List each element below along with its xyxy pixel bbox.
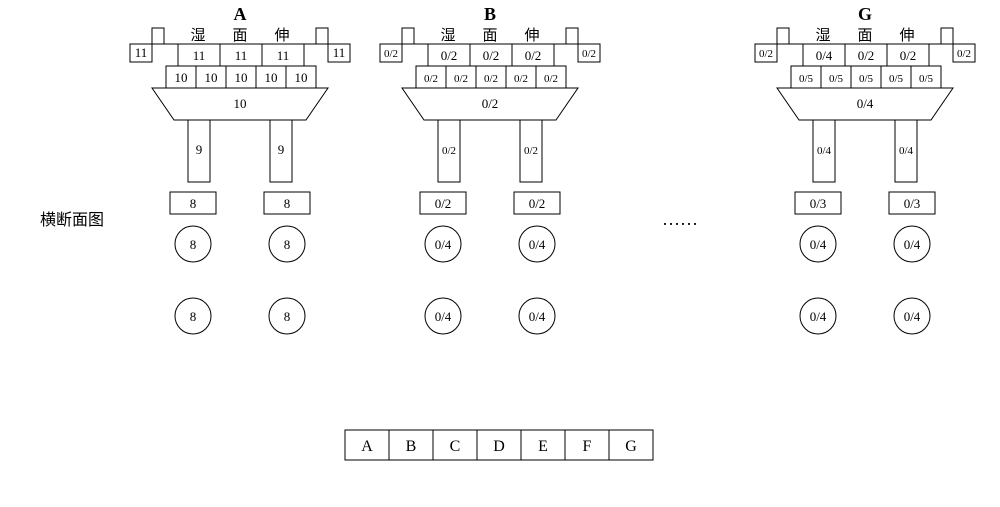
r1b: 0/2 (483, 48, 500, 63)
col-l: 0/4 (817, 145, 832, 157)
tab-left: 0/2 (384, 48, 398, 60)
ft-r: 0/2 (529, 196, 546, 211)
legend-d: D (493, 438, 505, 455)
r2e: 10 (295, 70, 308, 85)
hdr-2: 面 (232, 28, 247, 44)
hdr-2: 面 (857, 28, 872, 44)
r2c: 0/5 (859, 73, 874, 85)
c2l: 0/4 (435, 309, 452, 324)
c1r: 0/4 (529, 237, 546, 252)
legend-e: E (538, 438, 548, 455)
legend-b: B (406, 438, 417, 455)
side-label: 横断面图 (40, 211, 104, 229)
ft-l: 8 (190, 196, 197, 211)
hdr-1: 湿 (815, 27, 830, 44)
ft-l: 0/3 (810, 196, 827, 211)
tab-right: 0/2 (582, 48, 596, 60)
r1a: 11 (193, 48, 206, 63)
diagram-canvas: 横断面图 A 11 11 湿 面 伸 11 11 11 10 10 10 10 … (0, 0, 1000, 507)
r2c: 0/2 (484, 73, 498, 85)
r1a: 0/2 (441, 48, 458, 63)
section-title: A (234, 4, 247, 24)
c1l: 0/4 (435, 237, 452, 252)
section-B: B 0/2 0/2 湿 面 伸 0/2 0/2 0/2 0/2 0/2 0/2 … (380, 4, 600, 334)
section-G: G 0/2 0/2 湿 面 伸 0/4 0/2 0/2 0/5 0/5 0/5 … (755, 4, 975, 334)
r2b: 0/5 (829, 73, 844, 85)
hdr-2: 面 (482, 28, 497, 44)
c1l: 8 (190, 237, 197, 252)
r1c: 0/2 (525, 48, 542, 63)
tab-left: 11 (135, 45, 148, 60)
r1b: 11 (235, 48, 248, 63)
tab-right: 0/2 (957, 48, 971, 60)
col-l: 0/2 (442, 145, 456, 157)
c2l: 0/4 (810, 309, 827, 324)
r2d: 0/2 (514, 73, 528, 85)
ft-r: 0/3 (904, 196, 921, 211)
hdr-3: 伸 (524, 27, 539, 44)
c2r: 8 (284, 309, 291, 324)
c2r: 0/4 (904, 309, 921, 324)
hdr-1: 湿 (440, 27, 455, 44)
c1r: 0/4 (904, 237, 921, 252)
hdr-3: 伸 (899, 27, 914, 44)
hdr-3: 伸 (274, 27, 289, 44)
ellipsis: …… (662, 209, 698, 229)
r2b: 0/2 (454, 73, 468, 85)
section-title: G (858, 4, 872, 24)
legend-row: A B C D E F G (345, 430, 653, 460)
r2e: 0/2 (544, 73, 558, 85)
c1r: 8 (284, 237, 291, 252)
legend-g: G (625, 438, 637, 455)
tab-right: 11 (333, 45, 346, 60)
c1l: 0/4 (810, 237, 827, 252)
hdr-1: 湿 (190, 27, 205, 44)
r2a: 0/5 (799, 73, 814, 85)
legend-c: C (450, 438, 461, 455)
r2e: 0/5 (919, 73, 934, 85)
ft-r: 8 (284, 196, 291, 211)
col-r: 0/2 (524, 145, 538, 157)
r2a: 10 (175, 70, 188, 85)
legend-f: F (583, 438, 592, 455)
cap: 10 (234, 96, 247, 111)
col-r: 9 (278, 142, 285, 157)
ft-l: 0/2 (435, 196, 452, 211)
col-l: 9 (196, 142, 203, 157)
r1b: 0/2 (858, 48, 875, 63)
r2a: 0/2 (424, 73, 438, 85)
cap: 0/2 (482, 96, 499, 111)
r2c: 10 (235, 70, 248, 85)
r2d: 0/5 (889, 73, 904, 85)
section-title: B (484, 4, 496, 24)
r2d: 10 (265, 70, 278, 85)
r2b: 10 (205, 70, 218, 85)
legend-a: A (361, 438, 373, 455)
cap: 0/4 (857, 96, 874, 111)
r1a: 0/4 (816, 48, 833, 63)
r1c: 0/2 (900, 48, 917, 63)
r1c: 11 (277, 48, 290, 63)
col-r: 0/4 (899, 145, 914, 157)
c2r: 0/4 (529, 309, 546, 324)
tab-left: 0/2 (759, 48, 773, 60)
section-A: A 11 11 湿 面 伸 11 11 11 10 10 10 10 10 10 (130, 4, 350, 334)
c2l: 8 (190, 309, 197, 324)
